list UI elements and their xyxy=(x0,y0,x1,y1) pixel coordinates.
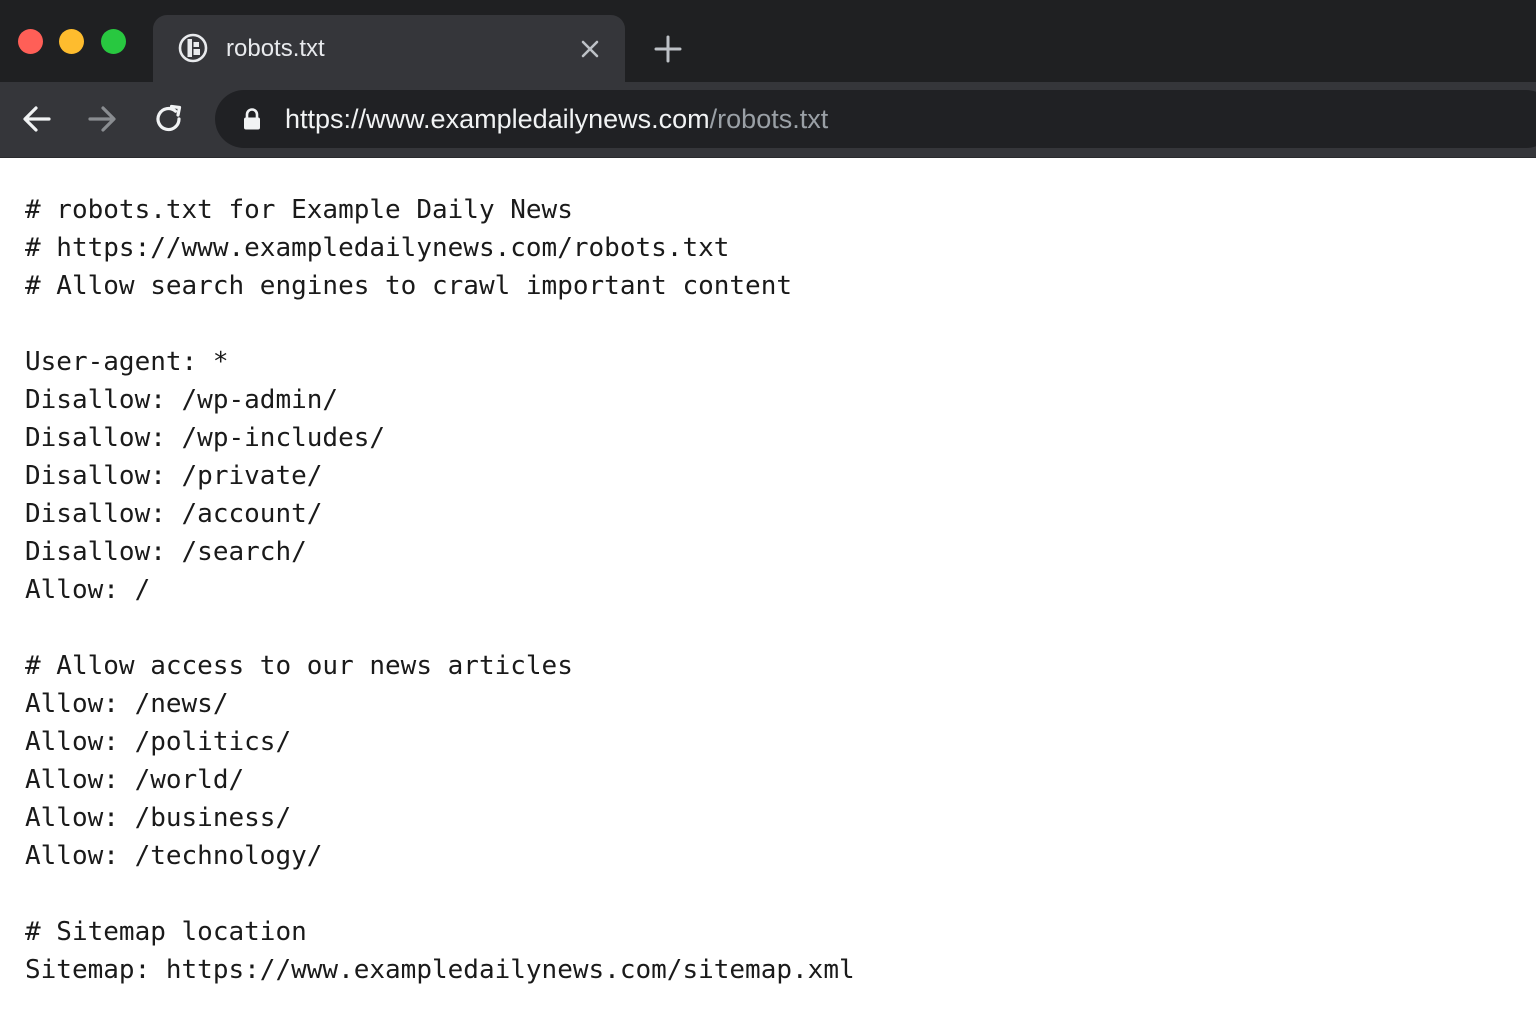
text-line: Disallow: /account/ xyxy=(25,499,323,529)
url-path: /robots.txt xyxy=(709,104,829,134)
text-line: # Sitemap location xyxy=(25,917,307,947)
text-line: Disallow: /wp-includes/ xyxy=(25,423,386,453)
tab-title: robots.txt xyxy=(226,35,325,62)
text-line: Allow: /business/ xyxy=(25,803,292,833)
text-line: Disallow: /private/ xyxy=(25,461,323,491)
text-line: # robots.txt for Example Daily News xyxy=(25,195,573,225)
active-tab[interactable]: robots.txt xyxy=(153,15,625,87)
text-line xyxy=(25,875,855,913)
url-text[interactable]: https://www.exampledailynews.com/robots.… xyxy=(285,103,828,135)
arrow-right-icon[interactable] xyxy=(85,102,119,136)
robots-txt-content: # robots.txt for Example Daily News # htt… xyxy=(25,191,855,989)
window-maximize-button[interactable] xyxy=(101,29,126,54)
text-line: Sitemap: https://www.exampledailynews.co… xyxy=(25,955,855,985)
page-content: # robots.txt for Example Daily News # htt… xyxy=(0,158,1536,1024)
text-line: Allow: / xyxy=(25,575,151,605)
text-line xyxy=(25,609,855,647)
address-bar[interactable]: https://www.exampledailynews.com/robots.… xyxy=(215,90,1536,148)
text-line: Disallow: /search/ xyxy=(25,537,307,567)
text-line: User-agent: * xyxy=(25,347,229,377)
site-favicon-icon xyxy=(178,33,208,63)
lock-icon[interactable] xyxy=(241,107,263,131)
toolbar: https://www.exampledailynews.com/robots.… xyxy=(0,82,1536,158)
window-minimize-button[interactable] xyxy=(59,29,84,54)
text-line: Disallow: /wp-admin/ xyxy=(25,385,339,415)
browser-window: robots.txt https://www.exampledailynews.… xyxy=(0,0,1536,1024)
text-line: # Allow access to our news articles xyxy=(25,651,573,681)
text-line: Allow: /technology/ xyxy=(25,841,323,871)
reload-icon[interactable] xyxy=(152,102,186,136)
tab-strip: robots.txt xyxy=(0,0,1536,87)
text-line: Allow: /world/ xyxy=(25,765,245,795)
plus-icon[interactable] xyxy=(652,33,684,65)
text-line: Allow: /news/ xyxy=(25,689,229,719)
url-host: https://www.exampledailynews.com xyxy=(285,104,710,134)
window-close-button[interactable] xyxy=(18,29,43,54)
text-line: # https://www.exampledailynews.com/robot… xyxy=(25,233,730,263)
arrow-left-icon[interactable] xyxy=(20,102,54,136)
text-line: Allow: /politics/ xyxy=(25,727,292,757)
close-icon[interactable] xyxy=(576,35,604,63)
text-line: # Allow search engines to crawl importan… xyxy=(25,271,793,301)
text-line xyxy=(25,305,855,343)
